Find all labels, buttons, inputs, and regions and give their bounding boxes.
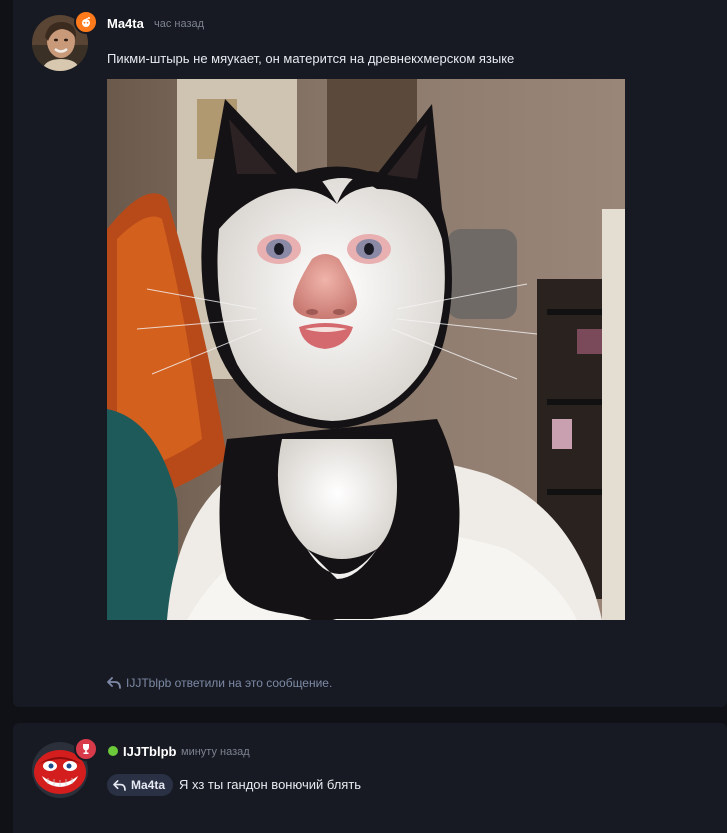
- reply-arrow-icon: [107, 677, 121, 689]
- message-timestamp: минуту назад: [181, 746, 250, 758]
- message-card: IJJTblpb минуту назад Ma4ta Я хз ты ганд…: [13, 723, 727, 833]
- reply-arrow-icon: [113, 779, 126, 791]
- avatar[interactable]: [32, 737, 98, 798]
- reddit-badge-icon: [74, 10, 98, 34]
- online-status-icon: [108, 746, 118, 756]
- message-card: Ma4ta час назад Пикми-штырь не мяукает, …: [13, 0, 727, 707]
- reply-to-author: Ma4ta: [131, 778, 166, 792]
- author-name[interactable]: Ma4ta: [107, 16, 144, 31]
- replies-indicator[interactable]: IJJTblpb ответили на это сообщение.: [107, 674, 332, 692]
- trophy-badge-icon: [74, 737, 98, 761]
- avatar[interactable]: [32, 10, 98, 71]
- message-text: Пикми-штырь не мяукает, он матерится на …: [107, 51, 515, 66]
- message-timestamp: час назад: [154, 18, 205, 30]
- author-name[interactable]: IJJTblpb: [123, 744, 176, 759]
- attached-image[interactable]: [107, 79, 625, 620]
- reply-to-chip[interactable]: Ma4ta: [107, 774, 174, 796]
- message-text: Я хз ты гандон вонючий блять: [179, 777, 362, 792]
- replies-note-text: IJJTblpb ответили на это сообщение.: [126, 676, 333, 690]
